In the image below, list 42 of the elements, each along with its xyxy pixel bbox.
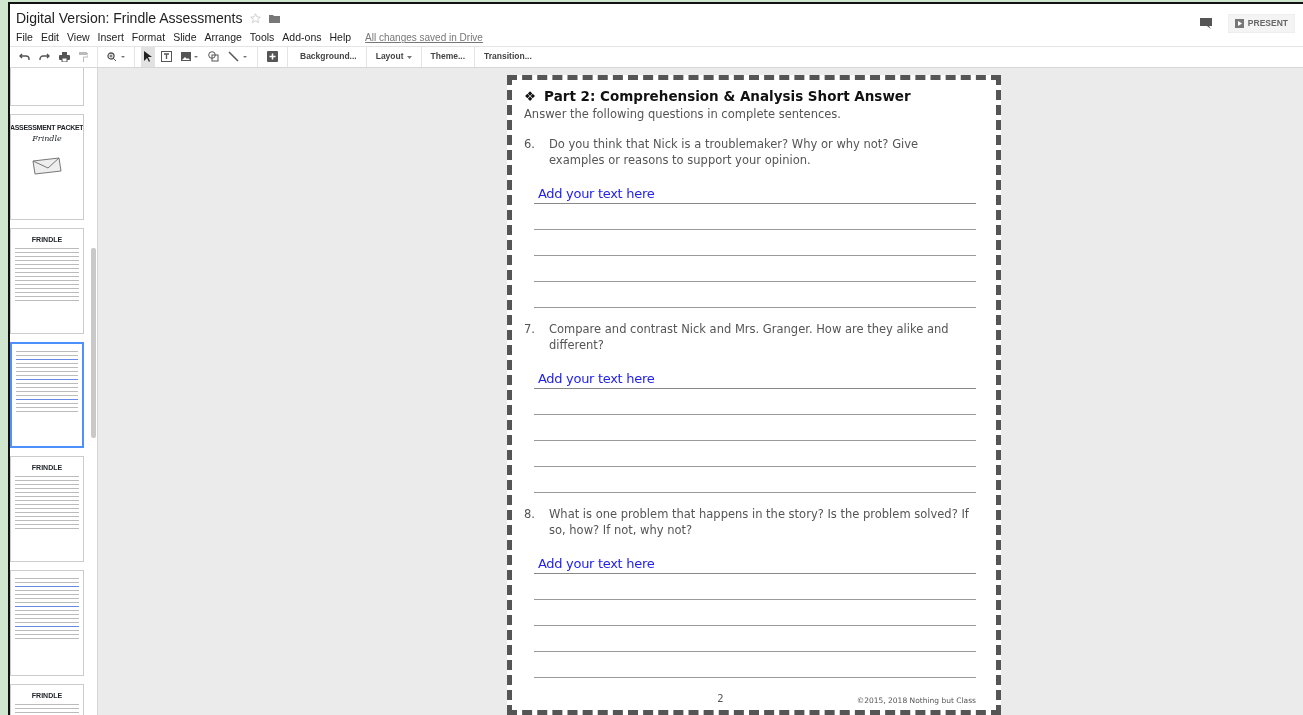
menu-item[interactable]: Slide: [173, 30, 197, 46]
answer-field[interactable]: Add your text here: [534, 369, 976, 390]
menu-item[interactable]: Insert: [97, 30, 124, 46]
menu-item[interactable]: Arrange: [204, 30, 242, 46]
slide-thumbnail[interactable]: [10, 67, 84, 106]
answer-field[interactable]: Add your text here: [534, 184, 976, 205]
save-status[interactable]: All changes saved in Drive: [365, 30, 483, 46]
instructions-text: Answer the following questions in complete sentences.: [524, 106, 842, 123]
caret-icon: [406, 55, 412, 59]
scrollbar[interactable]: [91, 247, 96, 438]
star-icon[interactable]: [250, 13, 262, 25]
menu-item[interactable]: File: [16, 30, 33, 46]
slide-thumbnail[interactable]: [10, 569, 84, 676]
menu-item[interactable]: Tools: [249, 30, 275, 46]
menu-item[interactable]: Format: [131, 30, 166, 46]
envelope-icon: [32, 157, 62, 176]
question-number: 8.: [524, 507, 535, 524]
document-title[interactable]: Digital Version: Frindle Assessments: [16, 7, 243, 29]
select-icon[interactable]: [141, 46, 155, 67]
folder-icon[interactable]: [269, 13, 281, 23]
question-text: What is one problem that happens in the story? Is the problem solved? If so, how? If not, why not?: [549, 507, 970, 539]
thumbnail-subtitle: Frindle: [31, 133, 63, 146]
slide-heading: Part 2: Comprehension & Analysis Short Answer: [544, 86, 911, 106]
menu-item[interactable]: Help: [329, 30, 352, 46]
toolbar-button[interactable]: Theme...: [424, 46, 472, 67]
question-text: Do you think that Nick is a troublemaker? Why or why not? Give examples or reasons to support your opinion.: [549, 137, 920, 169]
answer-field[interactable]: Add your text here: [534, 554, 976, 575]
present-button[interactable]: PRESENT: [1227, 14, 1295, 33]
menu-item[interactable]: Add-ons: [282, 30, 322, 46]
page-number: 2: [716, 691, 725, 706]
question-number: 7.: [524, 322, 535, 339]
question-number: 6.: [524, 137, 535, 154]
toolbar-button[interactable]: Background...: [294, 46, 363, 67]
question-text: Compare and contrast Nick and Mrs. Granger. How are they alike and different?: [549, 322, 950, 354]
bullet-icon: ❖: [524, 85, 537, 106]
slide-thumbnail[interactable]: [10, 341, 84, 448]
play-icon: [1234, 18, 1244, 28]
comment-icon[interactable]: [1199, 17, 1212, 29]
dropdown-button[interactable]: Layout: [369, 46, 418, 67]
toolbar-button[interactable]: Transition...: [478, 46, 538, 67]
menu-item[interactable]: Edit: [40, 30, 59, 46]
menu-item[interactable]: View: [67, 30, 90, 46]
